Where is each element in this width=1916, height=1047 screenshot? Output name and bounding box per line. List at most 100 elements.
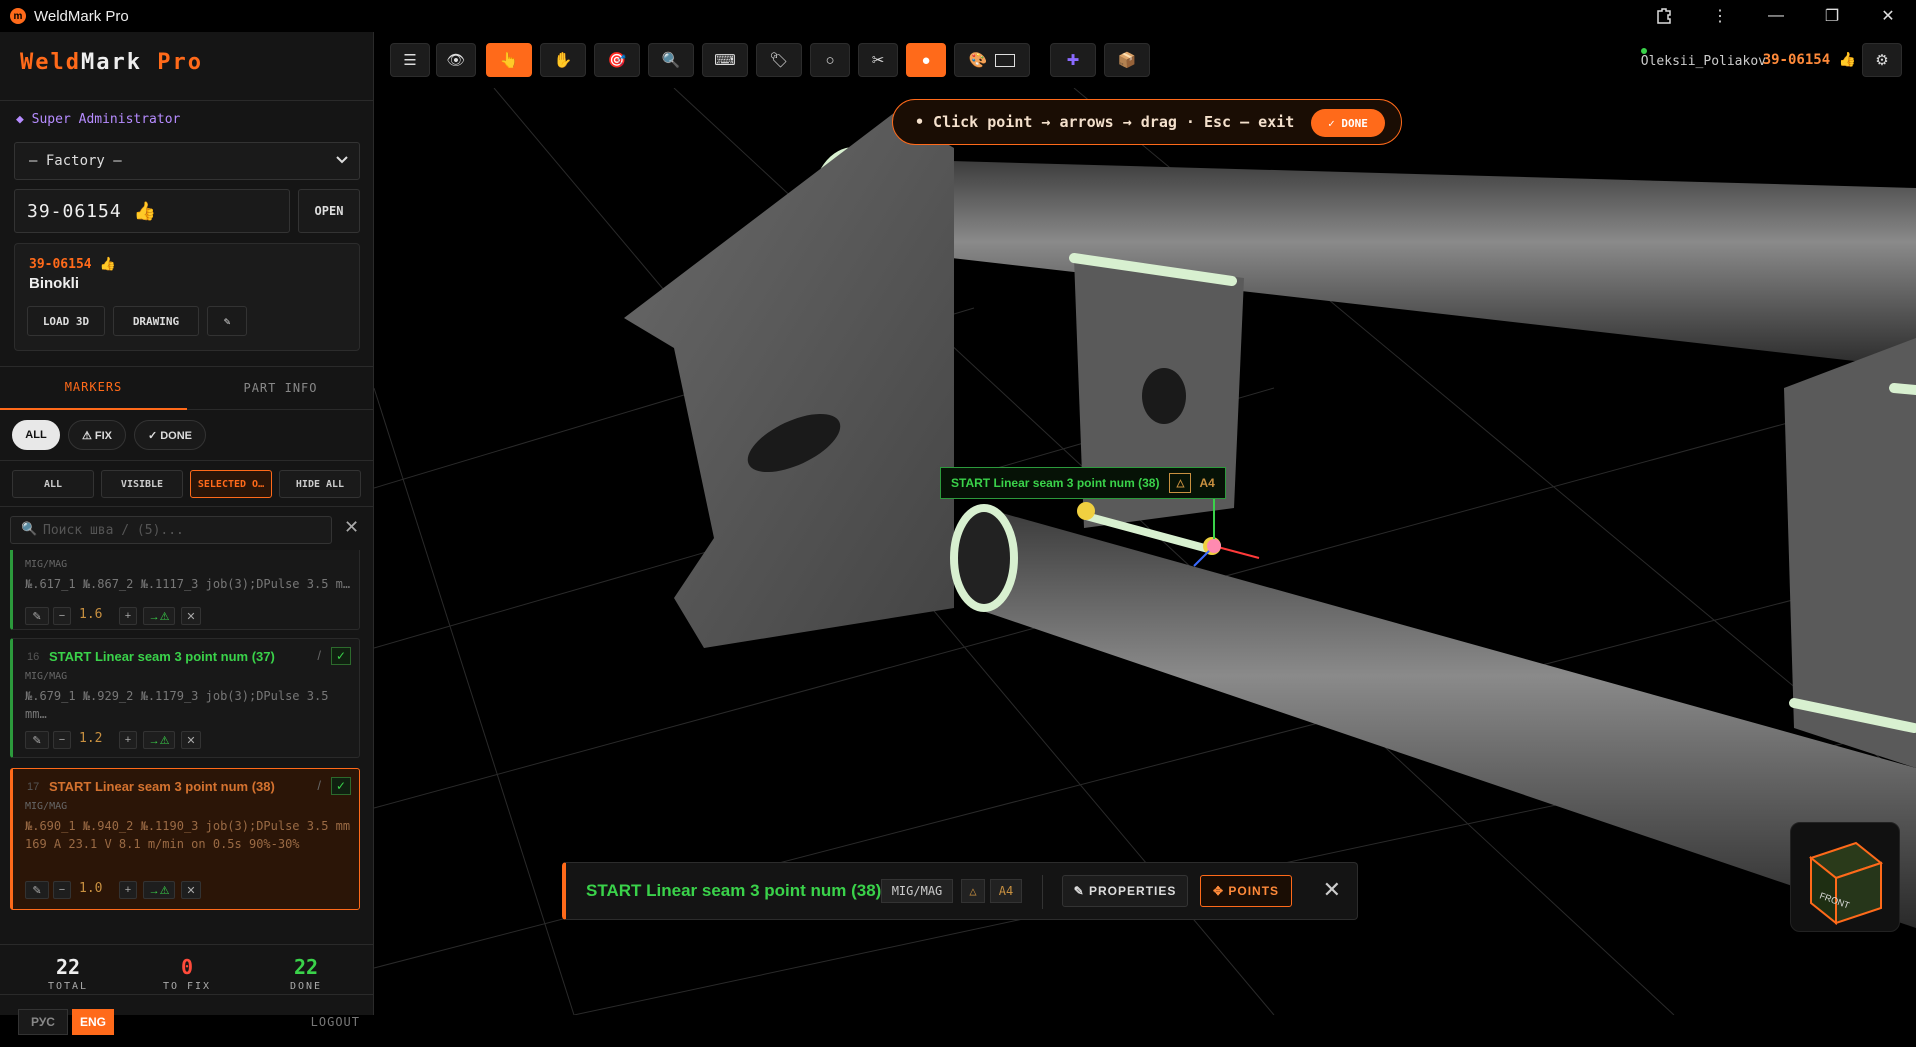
search-icon: 🔍 bbox=[21, 522, 38, 537]
filter-all-pill[interactable]: ALL bbox=[12, 420, 60, 450]
stats-bar: 22 TOTAL 0 TO FIX 22 DONE bbox=[0, 944, 374, 994]
current-order: 39-06154 👍 bbox=[1762, 52, 1856, 68]
chevron-down-icon bbox=[335, 152, 349, 170]
mark-fix-icon[interactable]: →⚠ bbox=[143, 881, 175, 899]
close-window-button[interactable]: ✕ bbox=[1860, 0, 1916, 32]
edit-seam-icon[interactable]: ✎ bbox=[25, 731, 49, 749]
seam-point-start[interactable] bbox=[1077, 502, 1095, 520]
factory-select[interactable]: — Factory — bbox=[14, 142, 360, 180]
decrease-button[interactable]: − bbox=[53, 607, 71, 625]
hint-done-button[interactable]: ✓ DONE bbox=[1311, 109, 1385, 137]
scissors-icon[interactable]: ✂ bbox=[858, 43, 898, 77]
keyboard-icon[interactable]: ⌨ bbox=[702, 43, 748, 77]
minimize-button[interactable]: — bbox=[1748, 0, 1804, 32]
seam-value: 1.2 bbox=[79, 731, 103, 746]
seam-list: MIG/MAG №.617_1 №.867_2 №.1117_3 job(3);… bbox=[0, 550, 374, 944]
seam-item-selected[interactable]: 17 START Linear seam 3 point num (38) / … bbox=[10, 768, 360, 910]
weld-seam-line[interactable] bbox=[1889, 383, 1916, 395]
load-3d-button[interactable]: LOAD 3D bbox=[27, 306, 105, 336]
seam-detail-title: START Linear seam 3 point num (38) bbox=[586, 881, 882, 900]
user-role: ◆ Super Administrator bbox=[16, 112, 181, 127]
settings-gear-icon[interactable]: ⚙ bbox=[1862, 43, 1902, 77]
target-icon[interactable]: 🎯 bbox=[594, 43, 640, 77]
add-icon[interactable]: ✚ bbox=[1050, 43, 1096, 77]
increase-button[interactable]: + bbox=[119, 881, 137, 899]
palette-color-icon[interactable]: 🎨 bbox=[954, 43, 1030, 77]
seam-item[interactable]: MIG/MAG №.617_1 №.867_2 №.1117_3 job(3);… bbox=[10, 550, 360, 630]
zoom-icon[interactable]: 🔍 bbox=[648, 43, 694, 77]
pointer-tool-icon[interactable]: 👆 bbox=[486, 43, 532, 77]
hint-text: • Click point → arrows → drag · Esc — ex… bbox=[915, 113, 1295, 131]
seam-title: START Linear seam 3 point num (37) bbox=[49, 649, 275, 664]
seam-grade-tag: A4 bbox=[990, 879, 1022, 903]
eye-icon[interactable]: 👁 bbox=[436, 43, 476, 77]
decrease-button[interactable]: − bbox=[53, 731, 71, 749]
pan-hand-icon[interactable]: ✋ bbox=[540, 43, 586, 77]
box-icon[interactable]: 📦 bbox=[1104, 43, 1150, 77]
filter-done-pill[interactable]: ✓ DONE bbox=[134, 420, 206, 450]
edit-seam-icon[interactable]: ✎ bbox=[25, 881, 49, 899]
lang-ru-button[interactable]: РУС bbox=[18, 1009, 68, 1035]
visibility-selected-button[interactable]: SELECTED O… bbox=[190, 470, 272, 498]
seam-item[interactable]: 16 START Linear seam 3 point num (37) / … bbox=[10, 638, 360, 758]
factory-select-value: — Factory — bbox=[29, 153, 122, 169]
more-menu-icon[interactable]: ⋮ bbox=[1692, 0, 1748, 32]
edit-seam-icon[interactable]: ✎ bbox=[25, 607, 49, 625]
order-number-input[interactable]: 39-06154 👍 bbox=[14, 189, 290, 233]
seam-3d-label-text: START Linear seam 3 point num (38) bbox=[951, 476, 1160, 490]
circle-icon[interactable]: ○ bbox=[810, 43, 850, 77]
edit-pencil-icon[interactable]: / bbox=[317, 648, 321, 663]
divider bbox=[1042, 875, 1043, 909]
filter-fix-pill[interactable]: ⚠ FIX bbox=[68, 420, 126, 450]
done-check-icon[interactable]: ✓ bbox=[331, 647, 351, 665]
visibility-visible-button[interactable]: VISIBLE bbox=[101, 470, 183, 498]
3d-viewport[interactable]: • Click point → arrows → drag · Esc — ex… bbox=[374, 88, 1916, 1015]
edit-order-button[interactable]: ✎ bbox=[207, 306, 247, 336]
seam-search-input[interactable]: 🔍 Поиск шва / (5)... bbox=[10, 516, 332, 544]
window-title: WeldMark Pro bbox=[34, 7, 129, 25]
tab-part-info[interactable]: PART INFO bbox=[187, 366, 374, 410]
properties-button[interactable]: ✎ PROPERTIES bbox=[1062, 875, 1188, 907]
brand-part-mark: Mark bbox=[80, 50, 142, 75]
drawing-button[interactable]: DRAWING bbox=[113, 306, 199, 336]
done-check-icon[interactable]: ✓ bbox=[331, 777, 351, 795]
mark-fix-icon[interactable]: →⚠ bbox=[143, 731, 175, 749]
increase-button[interactable]: + bbox=[119, 607, 137, 625]
seam-3d-label[interactable]: START Linear seam 3 point num (38) △ A4 bbox=[940, 467, 1226, 499]
tag-icon[interactable]: 🏷 bbox=[756, 43, 802, 77]
stat-to-fix-value: 0 bbox=[180, 955, 194, 979]
extensions-icon[interactable] bbox=[1636, 0, 1692, 32]
seam-value: 1.0 bbox=[79, 881, 103, 896]
visibility-hide-all-button[interactable]: HIDE ALL bbox=[279, 470, 361, 498]
seam-process: MIG/MAG bbox=[25, 671, 68, 682]
lang-en-button[interactable]: ENG bbox=[72, 1009, 114, 1035]
points-button[interactable]: ✥ POINTS bbox=[1200, 875, 1292, 907]
open-order-button[interactable]: OPEN bbox=[298, 189, 360, 233]
delete-seam-icon[interactable]: ✕ bbox=[181, 607, 201, 625]
maximize-button[interactable]: ❐ bbox=[1804, 0, 1860, 32]
mark-fix-icon[interactable]: →⚠ bbox=[143, 607, 175, 625]
stat-total: 22 TOTAL bbox=[8, 955, 128, 992]
visibility-all-button[interactable]: ALL bbox=[12, 470, 94, 498]
order-card-number: 39-06154 👍 bbox=[29, 257, 116, 272]
delete-seam-icon[interactable]: ✕ bbox=[181, 731, 201, 749]
increase-button[interactable]: + bbox=[119, 731, 137, 749]
language-bar: РУС ENG LOGOUT bbox=[0, 994, 374, 1047]
app-logo-icon: m bbox=[10, 8, 26, 24]
seam-description: №.690_1 №.940_2 №.1190_3 job(3);DPulse 3… bbox=[25, 819, 351, 851]
view-cube[interactable]: FRONT bbox=[1790, 822, 1900, 932]
edit-pencil-icon[interactable]: / bbox=[317, 778, 321, 793]
delete-seam-icon[interactable]: ✕ bbox=[181, 881, 201, 899]
clear-search-icon[interactable]: ✕ bbox=[344, 517, 359, 538]
warning-triangle-icon: △ bbox=[1169, 473, 1192, 493]
record-dot-icon[interactable]: ● bbox=[906, 43, 946, 77]
seam-detail-bar: START Linear seam 3 point num (38) MIG/M… bbox=[562, 862, 1358, 920]
brand-logo: WeldMark Pro bbox=[20, 50, 203, 75]
tab-markers[interactable]: MARKERS bbox=[0, 366, 187, 410]
close-icon[interactable]: ✕ bbox=[1323, 877, 1341, 903]
decrease-button[interactable]: − bbox=[53, 881, 71, 899]
left-plate bbox=[624, 113, 954, 648]
menu-icon[interactable]: ☰ bbox=[390, 43, 430, 77]
stat-to-fix-label: TO FIX bbox=[162, 981, 212, 992]
logout-button[interactable]: LOGOUT bbox=[311, 1015, 360, 1029]
